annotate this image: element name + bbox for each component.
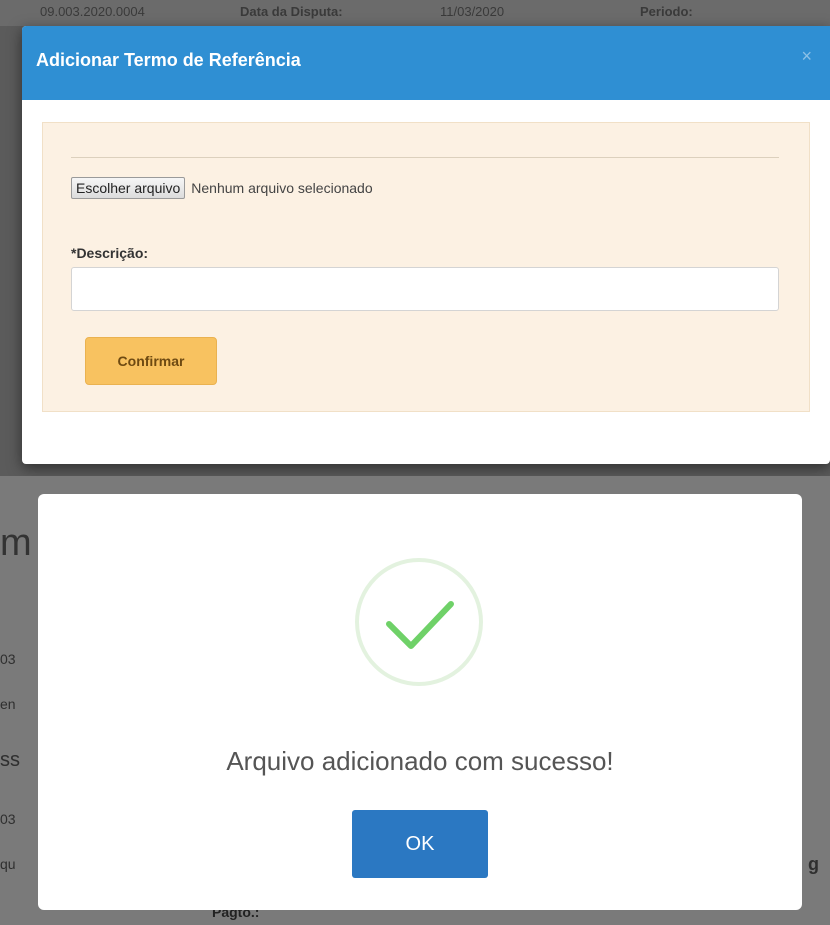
panel-divider [71, 157, 779, 158]
background-text-fragment: en [0, 696, 16, 712]
background-text-fragment: 03 [0, 651, 16, 667]
description-label: *Descrição: [71, 245, 149, 261]
background-heading-fragment: m [0, 522, 32, 564]
background-process-number: 09.003.2020.0004 [40, 4, 145, 19]
file-input-row: Escolher arquivo Nenhum arquivo selecion… [71, 177, 373, 199]
success-message: Arquivo adicionado com sucesso! [226, 746, 614, 776]
background-text-fragment: 03 [0, 811, 16, 827]
background-dispute-date-label: Data da Disputa: [240, 4, 343, 19]
add-reference-term-modal: Adicionar Termo de Referência × Escolher… [22, 26, 830, 464]
description-input[interactable] [71, 267, 779, 311]
background-text-fragment: g [808, 854, 819, 874]
modal-body: Escolher arquivo Nenhum arquivo selecion… [22, 100, 830, 412]
upload-form-panel: Escolher arquivo Nenhum arquivo selecion… [42, 122, 810, 412]
close-icon[interactable]: × [801, 46, 812, 67]
background-info-row: 09.003.2020.0004 Data da Disputa: 11/03/… [0, 0, 830, 26]
background-text-fragment: qu [0, 856, 16, 872]
background-period-label: Periodo: [640, 4, 693, 19]
file-status-text: Nenhum arquivo selecionado [191, 180, 373, 196]
confirm-button[interactable]: Confirmar [85, 337, 217, 385]
choose-file-button[interactable]: Escolher arquivo [71, 177, 186, 199]
top-screen-region: 09.003.2020.0004 Data da Disputa: 11/03/… [0, 0, 830, 476]
ok-button[interactable]: OK [352, 810, 488, 878]
checkmark-icon [355, 558, 483, 686]
background-text-fragment: ss [0, 749, 20, 771]
modal-header: Adicionar Termo de Referência × [22, 26, 830, 100]
modal-title: Adicionar Termo de Referência [36, 50, 301, 70]
success-alert-dialog: Arquivo adicionado com sucesso! OK [38, 494, 802, 910]
background-dispute-date: 11/03/2020 [440, 4, 505, 19]
bottom-screen-region: m 03 en ss 03 qu g Pagto.: Arquivo adici… [0, 476, 830, 925]
